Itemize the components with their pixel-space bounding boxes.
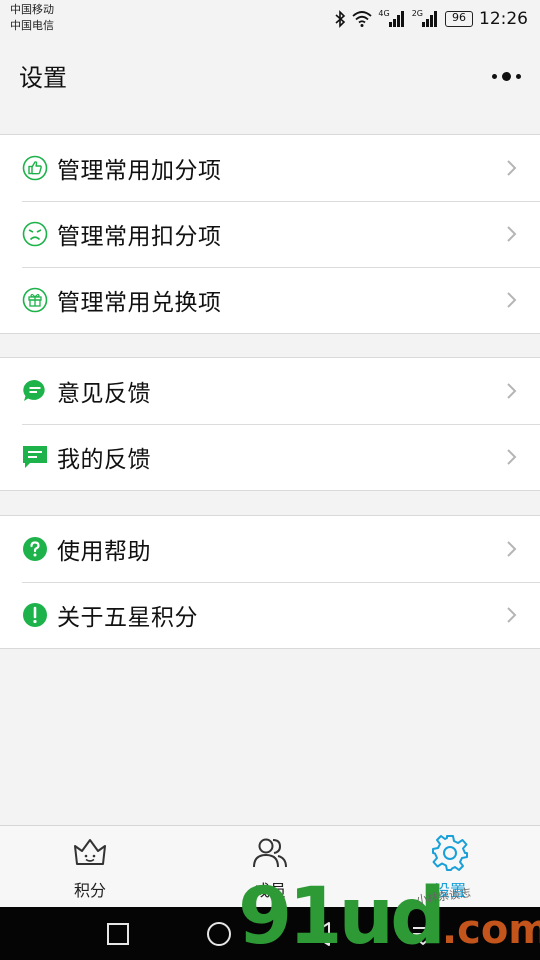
manage-add-items-row[interactable]: 管理常用加分项 [0, 135, 540, 201]
info-exclamation-icon [22, 602, 48, 628]
row-label: 管理常用加分项 [57, 158, 222, 184]
gift-icon [22, 287, 48, 313]
signal-1-icon: 4G [378, 8, 405, 27]
back-button[interactable] [306, 919, 336, 949]
crown-icon [71, 834, 109, 872]
home-button[interactable] [204, 919, 234, 949]
sad-face-icon [22, 221, 48, 247]
row-label: 管理常用扣分项 [57, 224, 222, 250]
settings-group-manage: 管理常用加分项 管理常用扣分项 管理常用兑换项 [0, 134, 540, 334]
tab-settings[interactable]: 设置 [360, 826, 540, 908]
status-icons: 4G 2G 96 12:26 [334, 6, 528, 32]
signal-2-icon: 2G [411, 8, 439, 27]
system-nav-bar [0, 907, 540, 960]
settings-group-feedback: 意见反馈 我的反馈 [0, 357, 540, 491]
feedback-row[interactable]: 意见反馈 [0, 358, 540, 424]
tab-points[interactable]: 积分 [0, 826, 180, 908]
tab-label: 设置 [433, 881, 466, 900]
my-feedback-row[interactable]: 我的反馈 [0, 424, 540, 490]
title-bar: 设置 [0, 40, 540, 108]
tab-label: 积分 [73, 881, 106, 900]
chevron-right-icon [506, 540, 518, 558]
row-label: 意见反馈 [57, 381, 151, 407]
carrier-info: 中国移动 中国电信 [10, 2, 54, 34]
about-row[interactable]: 关于五星积分 [0, 582, 540, 648]
message-icon [22, 444, 48, 470]
chevron-right-icon [506, 159, 518, 177]
network-type-2: 2G [411, 8, 423, 18]
chevron-right-icon [506, 291, 518, 309]
gear-icon [431, 834, 469, 872]
more-dots-icon-center [501, 71, 511, 81]
status-bar: 中国移动 中国电信 4G 2G 96 12:26 [0, 0, 540, 40]
row-label: 我的反馈 [57, 447, 151, 473]
more-button[interactable] [488, 64, 524, 88]
help-row[interactable]: 使用帮助 [0, 516, 540, 582]
more-dots-icon [491, 73, 497, 79]
settings-group-help: 使用帮助 关于五星积分 [0, 515, 540, 649]
network-type-1: 4G [378, 8, 390, 18]
clock: 12:26 [479, 9, 528, 29]
chevron-right-icon [506, 606, 518, 624]
wifi-icon [352, 11, 373, 27]
tab-bar: 积分 成员 设置 [0, 825, 540, 907]
manage-exchange-items-row[interactable]: 管理常用兑换项 [0, 267, 540, 333]
carrier-1: 中国移动 [10, 3, 54, 16]
tab-label: 成员 [253, 881, 286, 900]
chevron-right-icon [506, 382, 518, 400]
battery-icon: 96 [445, 11, 473, 27]
row-label: 使用帮助 [57, 539, 151, 565]
tab-members[interactable]: 成员 [180, 826, 360, 908]
row-label: 管理常用兑换项 [57, 290, 222, 316]
thumbs-up-icon [22, 155, 48, 181]
question-icon [22, 536, 48, 562]
bluetooth-icon [334, 10, 346, 28]
carrier-2: 中国电信 [10, 19, 54, 32]
chevron-right-icon [506, 225, 518, 243]
menu-button[interactable] [408, 919, 438, 949]
row-label: 关于五星积分 [57, 605, 198, 631]
page-title: 设置 [19, 64, 67, 92]
more-dots-icon-right [515, 73, 521, 79]
chevron-right-icon [506, 448, 518, 466]
manage-deduct-items-row[interactable]: 管理常用扣分项 [0, 201, 540, 267]
users-icon [251, 834, 289, 872]
recent-apps-button[interactable] [103, 919, 133, 949]
chat-bubble-icon [22, 378, 48, 404]
